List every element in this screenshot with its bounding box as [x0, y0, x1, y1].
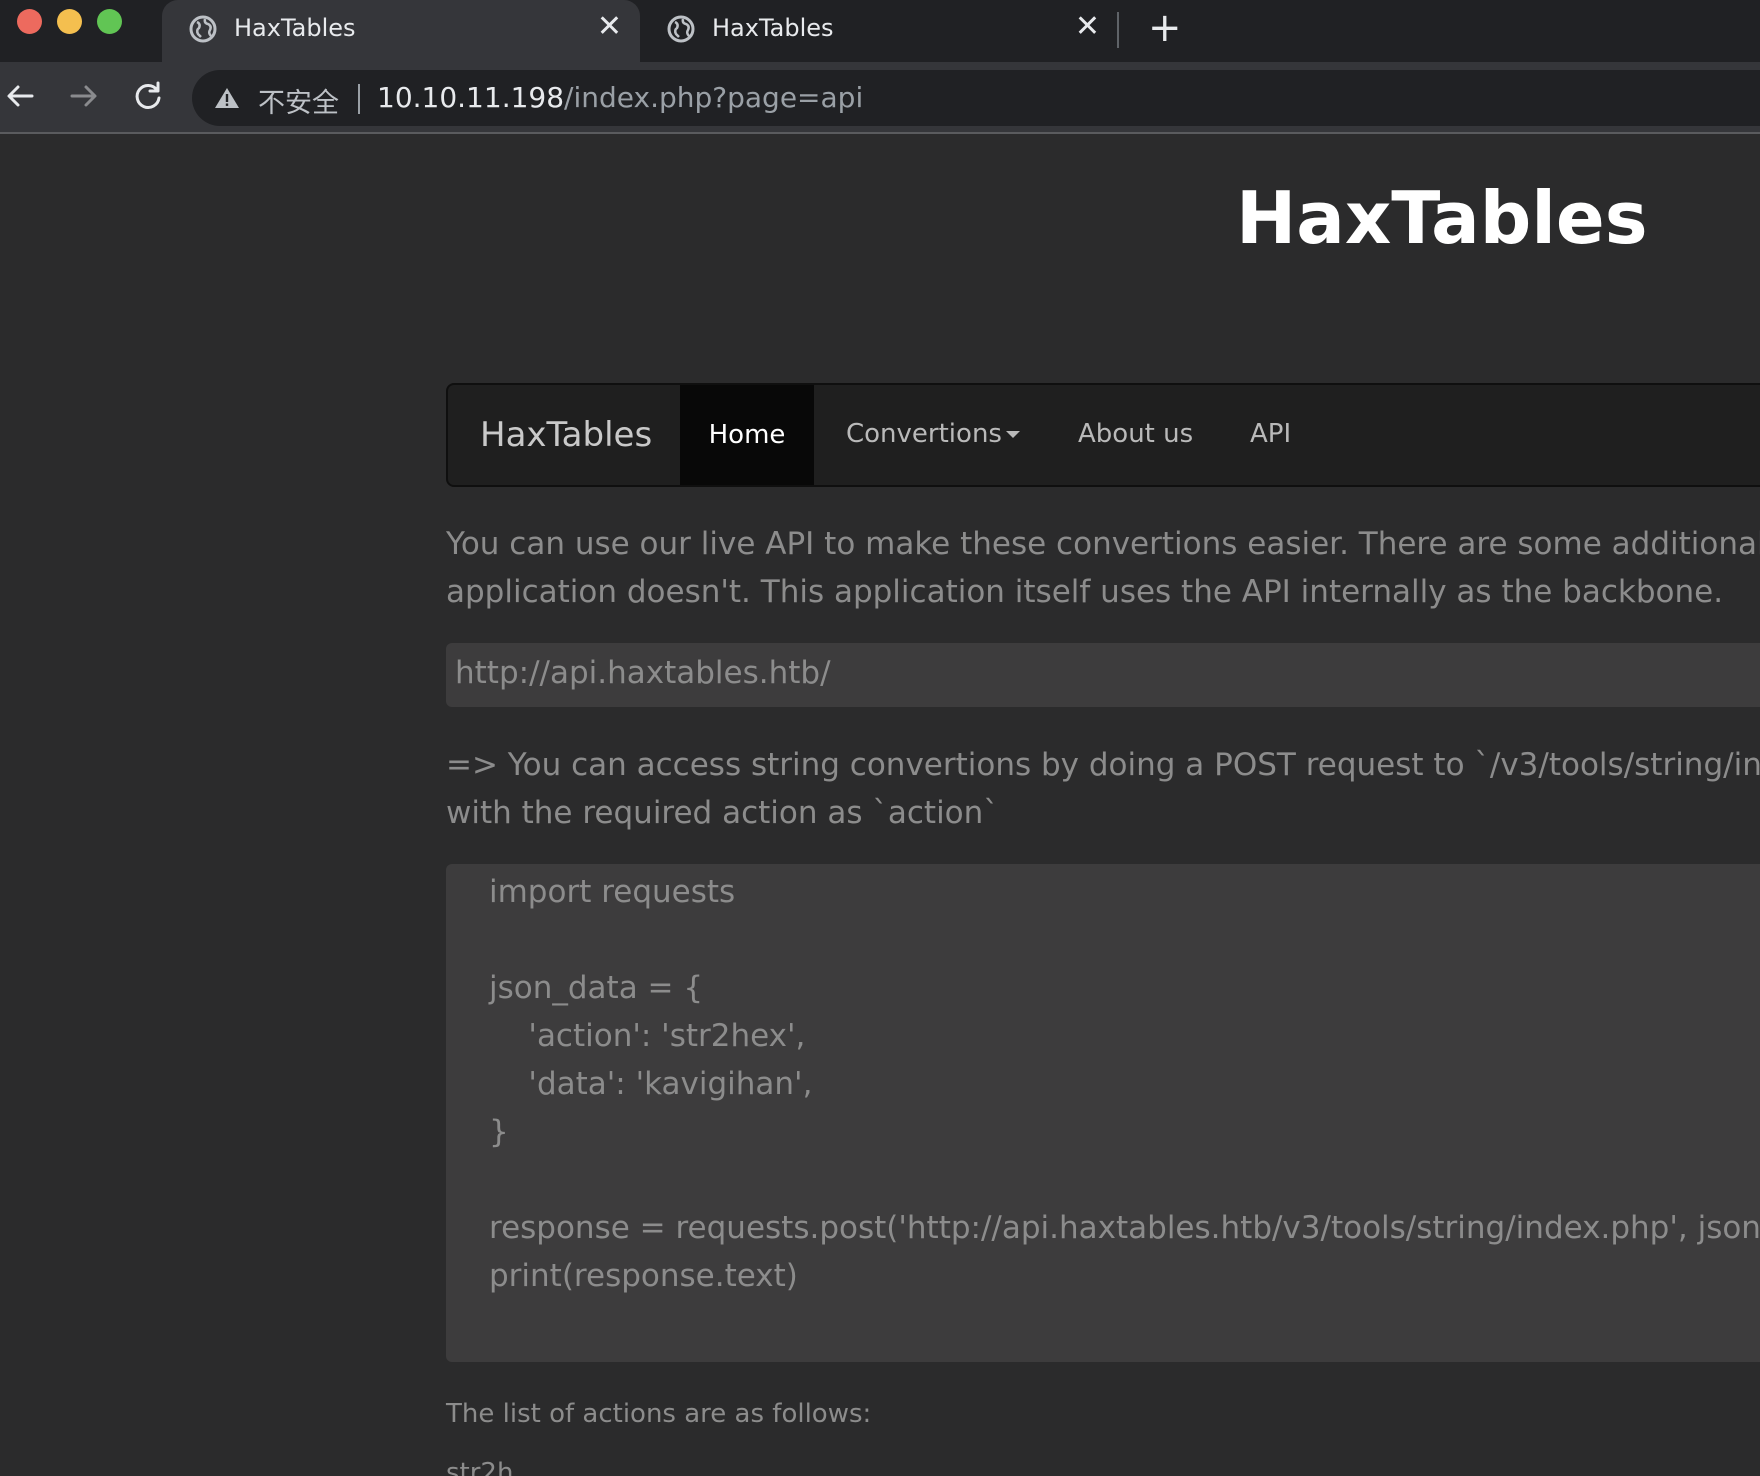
code-line: print(response.text)	[489, 1258, 798, 1294]
url-host: 10.10.11.198	[377, 81, 565, 114]
address-bar[interactable]: 不安全 10.10.11.198/index.php?page=api	[192, 70, 1760, 126]
navbar-brand[interactable]: HaxTables	[480, 415, 652, 455]
api-base-url: http://api.haxtables.htb/	[455, 655, 831, 691]
warning-triangle-icon[interactable]	[214, 86, 240, 110]
url-text[interactable]: 10.10.11.198/index.php?page=api	[377, 81, 863, 114]
back-arrow-icon[interactable]	[2, 78, 38, 114]
actions-list-first-item: str2h	[446, 1458, 514, 1476]
tab-title: HaxTables	[712, 14, 834, 42]
globe-icon	[189, 15, 217, 43]
tab-haxtables-inactive[interactable]: HaxTables ✕	[640, 0, 1118, 62]
code-example: import requests json_data = { 'action': …	[446, 864, 1760, 1362]
new-tab-icon[interactable]: +	[1148, 8, 1182, 48]
security-label[interactable]: 不安全	[258, 81, 339, 120]
desc-line: => You can access string convertions by …	[446, 747, 1760, 783]
tab-haxtables-active[interactable]: HaxTables ✕	[162, 0, 640, 62]
intro-line: application doesn't. This application it…	[446, 574, 1724, 610]
nav-api[interactable]: API	[1250, 419, 1291, 449]
code-line: json_data = {	[489, 970, 704, 1006]
nav-about-us[interactable]: About us	[1078, 419, 1193, 449]
url-path: /index.php?page=api	[564, 81, 864, 114]
window-close-button[interactable]	[17, 9, 42, 34]
intro-line: You can use our live API to make these c…	[446, 526, 1760, 562]
window-minimize-button[interactable]	[57, 9, 82, 34]
api-base-url-box: http://api.haxtables.htb/	[446, 643, 1760, 707]
intro-paragraph: You can use our live API to make these c…	[446, 520, 1760, 616]
tab-title: HaxTables	[234, 14, 356, 42]
code-line: 'action': 'str2hex',	[489, 1018, 806, 1054]
actions-list-label: The list of actions are as follows:	[446, 1399, 872, 1429]
nav-home[interactable]: Home	[680, 385, 814, 485]
window-maximize-button[interactable]	[97, 9, 122, 34]
address-separator	[358, 84, 360, 114]
close-tab-icon[interactable]: ✕	[1075, 12, 1100, 42]
code-line: import requests	[489, 874, 736, 910]
site-navbar: HaxTables Home Convertions About us API	[446, 383, 1760, 487]
string-convertions-description: => You can access string convertions by …	[446, 741, 1760, 837]
globe-icon	[667, 15, 695, 43]
browser-toolbar: 不安全 10.10.11.198/index.php?page=api	[0, 62, 1760, 134]
nav-convertions[interactable]: Convertions	[846, 419, 1020, 449]
code-line: 'data': 'kavigihan',	[489, 1066, 813, 1102]
code-line: response = requests.post('http://api.hax…	[489, 1210, 1760, 1246]
site-title: HaxTables	[1236, 176, 1648, 260]
web-page: HaxTables HaxTables Home Convertions Abo…	[0, 136, 1760, 1476]
tab-bar: HaxTables ✕ HaxTables ✕ +	[0, 0, 1760, 62]
tab-separator	[1117, 12, 1119, 48]
reload-icon[interactable]	[130, 78, 166, 114]
code-line: }	[489, 1114, 509, 1150]
close-tab-icon[interactable]: ✕	[597, 12, 622, 42]
nav-convertions-label: Convertions	[846, 419, 1002, 449]
forward-arrow-icon[interactable]	[66, 78, 102, 114]
caret-down-icon	[1005, 431, 1020, 438]
desc-line: with the required action as `action`	[446, 795, 999, 831]
